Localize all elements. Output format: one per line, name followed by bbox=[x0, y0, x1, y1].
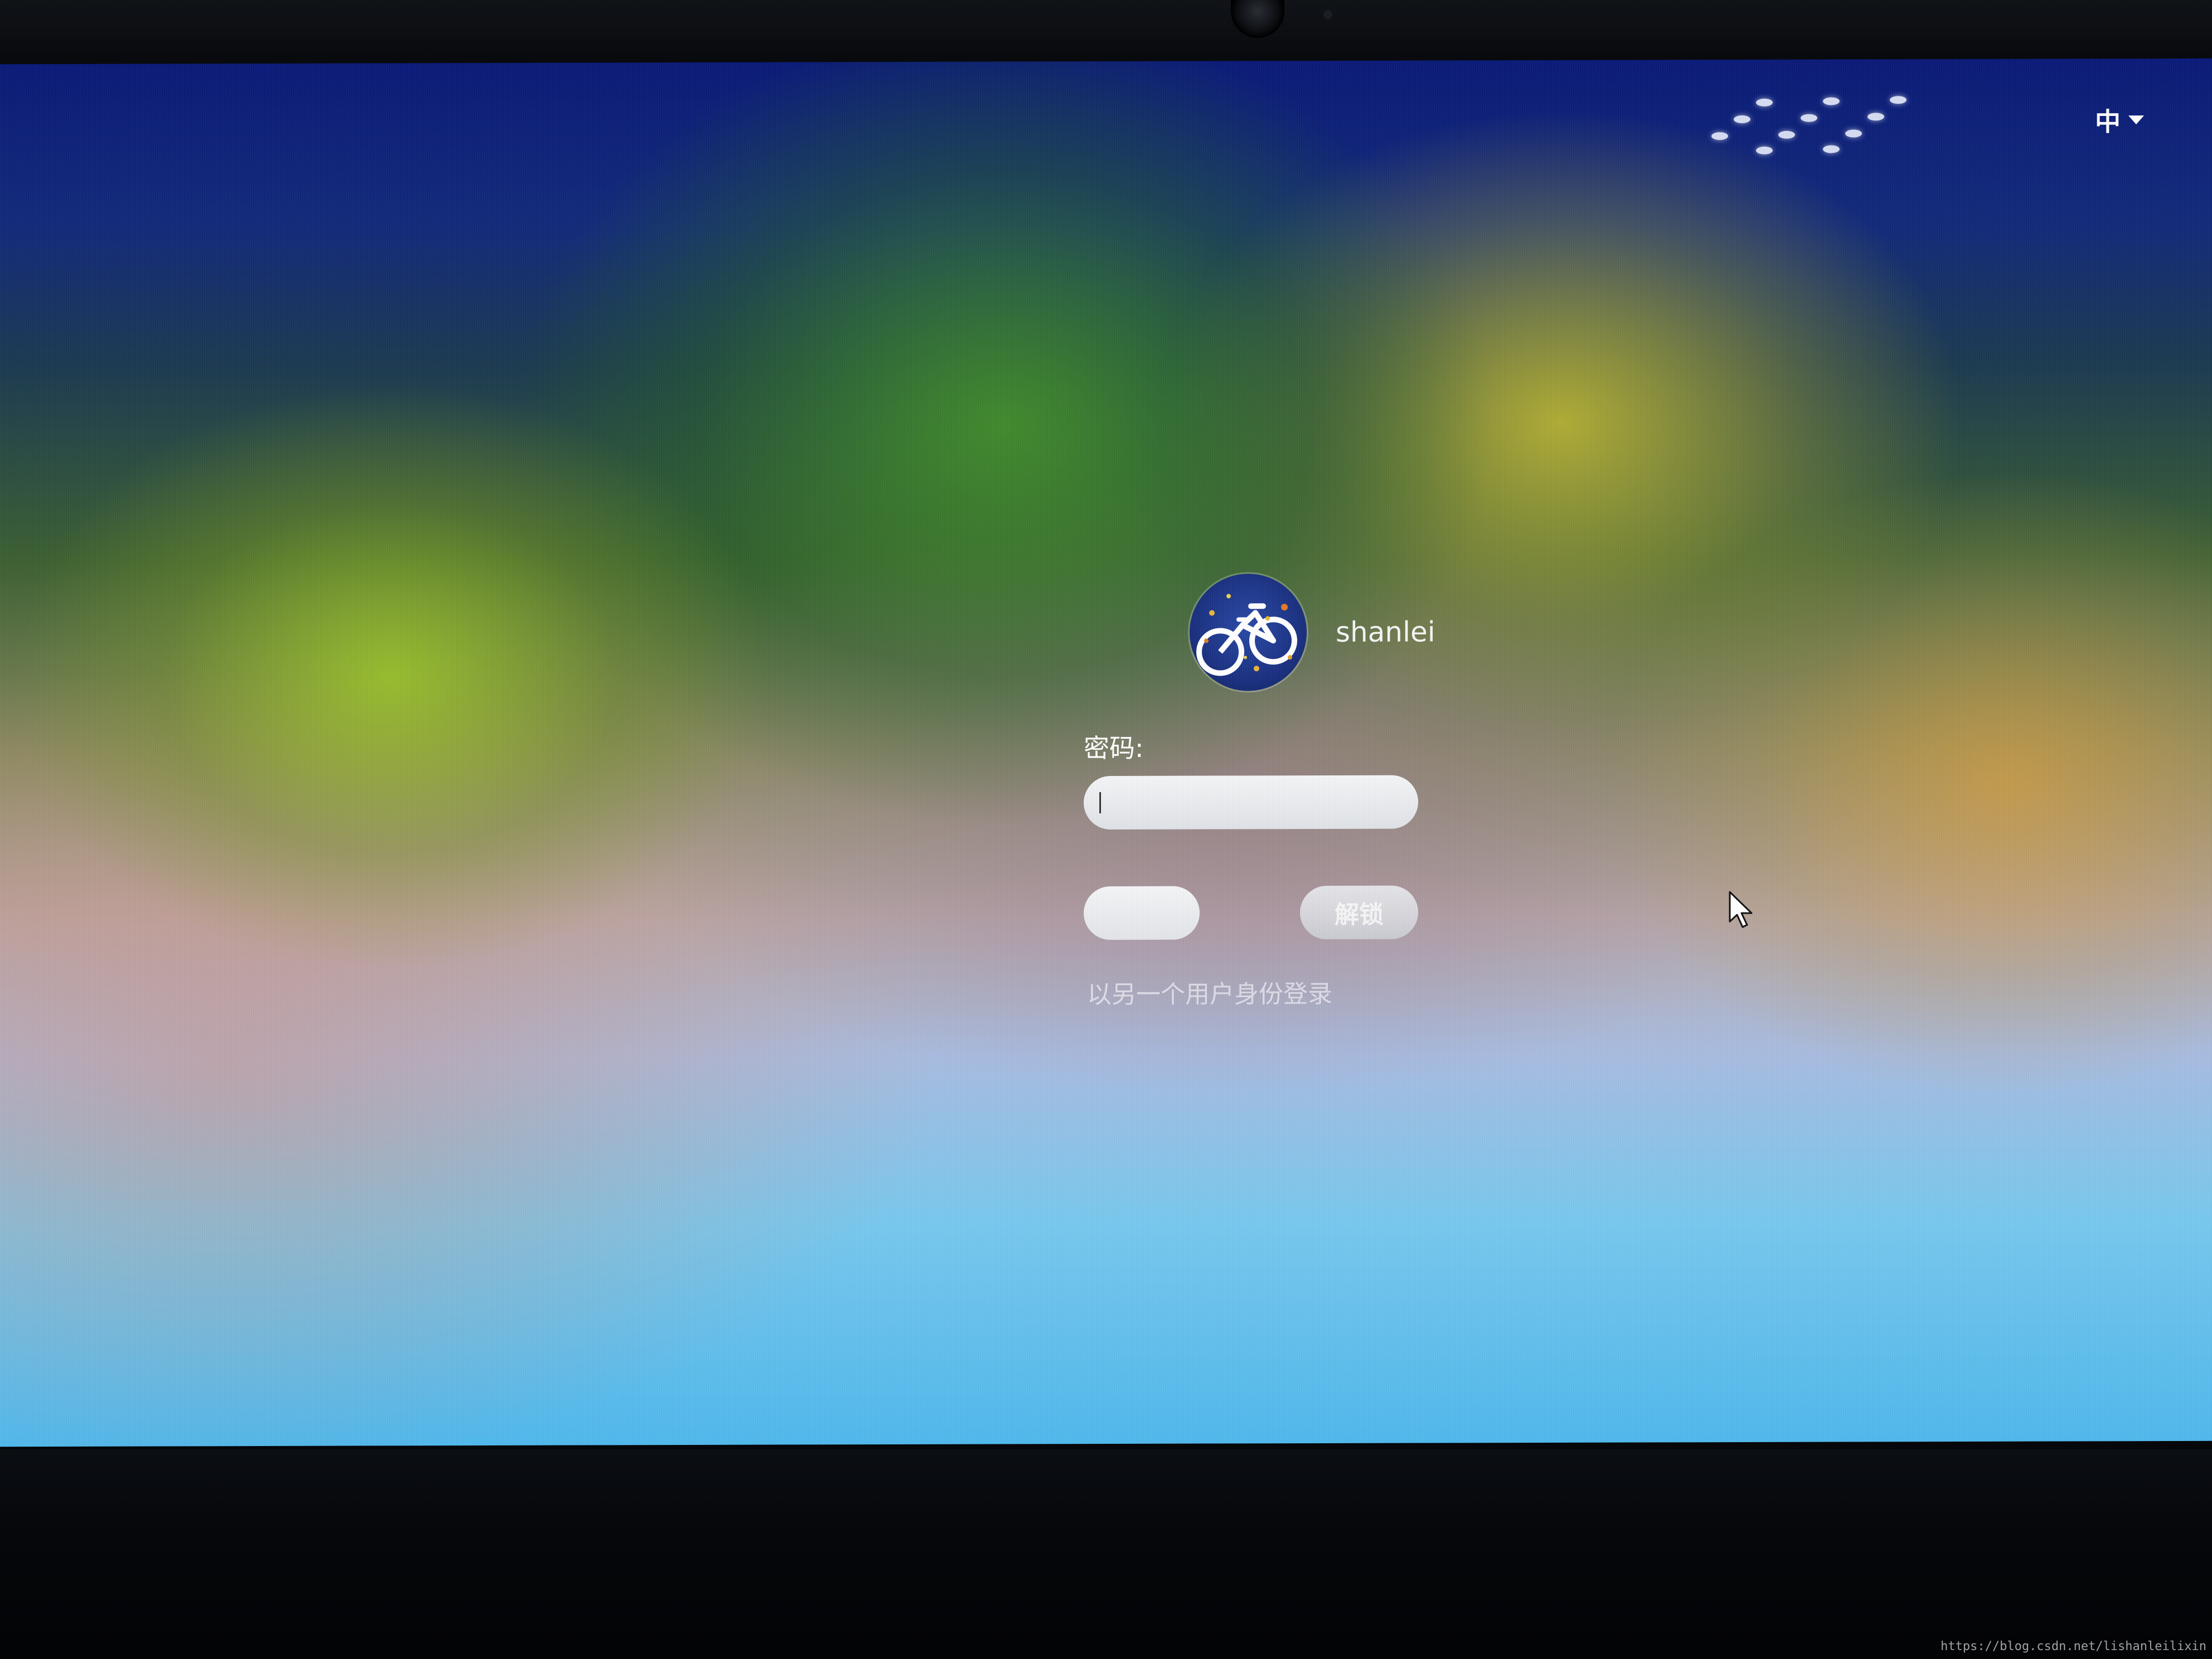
reflection-dot bbox=[1890, 96, 1907, 104]
user-row: shanlei bbox=[1190, 573, 1435, 691]
text-caret bbox=[1099, 792, 1101, 814]
reflection-dot bbox=[1756, 98, 1773, 106]
mouse-pointer-icon bbox=[1729, 891, 1753, 928]
laptop-frame: 中 shanlei 密码: 解锁 以另一个用户身份登录 https://blog… bbox=[0, 0, 2212, 1659]
webcam-led bbox=[1323, 10, 1332, 19]
watermark: https://blog.csdn.net/lishanleilixin bbox=[1941, 1639, 2206, 1653]
cancel-button[interactable] bbox=[1084, 886, 1200, 940]
bicycle-icon bbox=[1196, 594, 1297, 676]
password-input[interactable] bbox=[1084, 775, 1418, 830]
input-method-indicator[interactable]: 中 bbox=[2095, 103, 2144, 137]
screen-bezel-bottom bbox=[0, 1449, 2212, 1659]
login-panel: shanlei 密码: 解锁 以另一个用户身份登录 bbox=[1084, 574, 1435, 1076]
reflection-dot bbox=[1734, 115, 1750, 124]
reflection-dot bbox=[1823, 145, 1840, 153]
reflection-dot bbox=[1778, 130, 1795, 139]
input-method-label: 中 bbox=[2095, 106, 2121, 137]
switch-user-link[interactable]: 以另一个用户身份登录 bbox=[1087, 974, 1332, 1010]
unlock-button[interactable]: 解锁 bbox=[1300, 885, 1418, 940]
light-reflection bbox=[1706, 93, 1907, 160]
reflection-dot bbox=[1756, 146, 1773, 154]
reflection-dot bbox=[1845, 129, 1862, 138]
username: shanlei bbox=[1336, 615, 1435, 648]
chevron-down-icon bbox=[2128, 115, 2144, 125]
reflection-dot bbox=[1867, 113, 1884, 121]
avatar bbox=[1190, 574, 1307, 691]
reflection-dot bbox=[1823, 97, 1840, 105]
reflection-dot bbox=[1711, 132, 1728, 140]
webcam bbox=[1231, 0, 1284, 38]
reflection-dot bbox=[1801, 114, 1817, 122]
password-label: 密码: bbox=[1084, 733, 1144, 764]
lock-screen: 中 shanlei 密码: 解锁 以另一个用户身份登录 bbox=[0, 58, 2212, 1447]
